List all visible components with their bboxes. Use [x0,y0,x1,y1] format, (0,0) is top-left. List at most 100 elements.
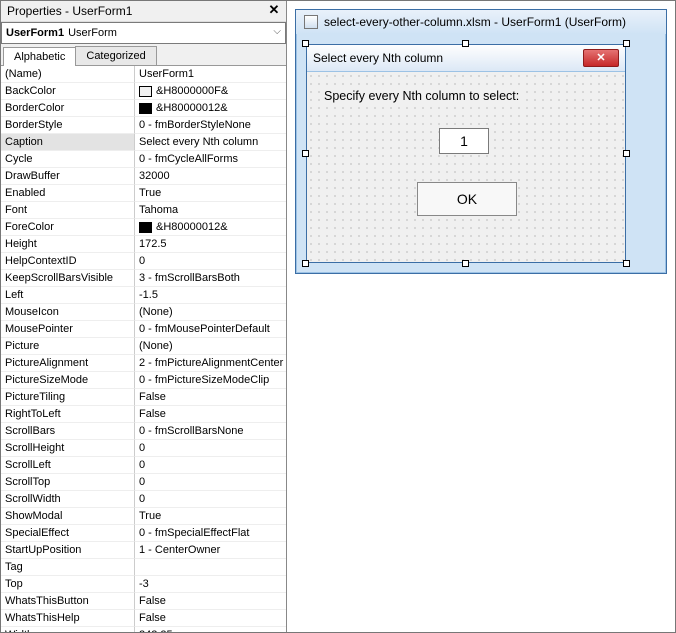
property-value[interactable]: 1 - CenterOwner [135,542,286,559]
tab-alphabetic[interactable]: Alphabetic [3,47,76,66]
property-row[interactable]: PictureTilingFalse [1,389,286,406]
property-value[interactable]: UserForm1 [135,66,286,83]
property-value-text: False [139,610,166,627]
property-row[interactable]: BorderStyle0 - fmBorderStyleNone [1,117,286,134]
property-name: BackColor [1,83,135,100]
property-row[interactable]: Height172.5 [1,236,286,253]
property-value[interactable]: 0 - fmPictureSizeModeClip [135,372,286,389]
property-value-text: Tahoma [139,202,178,219]
properties-grid[interactable]: (Name)UserForm1BackColor&H8000000F&Borde… [1,66,286,632]
resize-handle-se[interactable] [623,260,630,267]
property-row[interactable]: Top-3 [1,576,286,593]
property-value[interactable]: &H80000012& [135,219,286,236]
property-value[interactable]: 2 - fmPictureAlignmentCenter [135,355,286,372]
userform-body[interactable]: Specify every Nth column to select: 1 OK [307,72,625,262]
resize-handle-sw[interactable] [302,260,309,267]
userform-close-button[interactable]: ✕ [583,49,619,67]
property-row[interactable]: RightToLeftFalse [1,406,286,423]
property-row[interactable]: Left-1.5 [1,287,286,304]
property-value[interactable]: 0 - fmCycleAllForms [135,151,286,168]
property-value[interactable]: (None) [135,304,286,321]
property-row[interactable]: PictureAlignment2 - fmPictureAlignmentCe… [1,355,286,372]
property-value[interactable]: &H8000000F& [135,83,286,100]
property-row[interactable]: BackColor&H8000000F& [1,83,286,100]
property-value[interactable]: 242.25 [135,627,286,632]
property-value[interactable]: 0 [135,474,286,491]
property-row[interactable]: ScrollBars0 - fmScrollBarsNone [1,423,286,440]
property-value[interactable]: (None) [135,338,286,355]
nth-input[interactable]: 1 [439,128,489,154]
resize-handle-e[interactable] [623,150,630,157]
property-value[interactable]: 0 [135,440,286,457]
property-row[interactable]: StartUpPosition1 - CenterOwner [1,542,286,559]
property-row[interactable]: ScrollHeight0 [1,440,286,457]
property-value[interactable]: 32000 [135,168,286,185]
object-selector[interactable]: UserForm1 UserForm ⌵ [1,22,286,44]
property-value[interactable]: True [135,508,286,525]
property-row[interactable]: WhatsThisButtonFalse [1,593,286,610]
property-name: MousePointer [1,321,135,338]
property-name: ScrollBars [1,423,135,440]
tabs: Alphabetic Categorized [1,44,286,66]
property-value[interactable]: 0 - fmMousePointerDefault [135,321,286,338]
property-value[interactable]: 0 [135,253,286,270]
resize-handle-n[interactable] [462,40,469,47]
property-value[interactable]: 172.5 [135,236,286,253]
property-value[interactable]: False [135,593,286,610]
property-row[interactable]: MousePointer0 - fmMousePointerDefault [1,321,286,338]
designer-titlebar[interactable]: select-every-other-column.xlsm - UserFor… [296,10,666,34]
property-value-text: 0 [139,474,145,491]
resize-handle-w[interactable] [302,150,309,157]
property-name: KeepScrollBarsVisible [1,270,135,287]
property-value[interactable] [135,559,286,576]
property-row[interactable]: WhatsThisHelpFalse [1,610,286,627]
property-value[interactable]: False [135,389,286,406]
property-value[interactable]: 3 - fmScrollBarsBoth [135,270,286,287]
property-value[interactable]: False [135,610,286,627]
resize-handle-s[interactable] [462,260,469,267]
close-icon[interactable]: ✕ [264,3,284,19]
property-row[interactable]: ScrollWidth0 [1,491,286,508]
property-row[interactable]: ScrollTop0 [1,474,286,491]
property-value[interactable]: 0 [135,491,286,508]
property-row[interactable]: MouseIcon(None) [1,304,286,321]
property-row[interactable]: BorderColor&H80000012& [1,100,286,117]
property-row[interactable]: Tag [1,559,286,576]
property-value[interactable]: 0 - fmSpecialEffectFlat [135,525,286,542]
property-value[interactable]: Select every Nth column [135,134,286,151]
property-row[interactable]: ShowModalTrue [1,508,286,525]
ok-button[interactable]: OK [417,182,517,216]
property-row[interactable]: HelpContextID0 [1,253,286,270]
property-name: HelpContextID [1,253,135,270]
color-swatch [139,103,152,114]
property-row[interactable]: EnabledTrue [1,185,286,202]
property-value[interactable]: Tahoma [135,202,286,219]
property-value[interactable]: 0 - fmBorderStyleNone [135,117,286,134]
resize-handle-ne[interactable] [623,40,630,47]
property-value[interactable]: &H80000012& [135,100,286,117]
property-row[interactable]: Cycle0 - fmCycleAllForms [1,151,286,168]
property-value[interactable]: False [135,406,286,423]
property-row[interactable]: ForeColor&H80000012& [1,219,286,236]
tab-categorized[interactable]: Categorized [75,46,156,65]
property-value[interactable]: -3 [135,576,286,593]
property-row[interactable]: DrawBuffer32000 [1,168,286,185]
selection-handles[interactable]: Select every Nth column ✕ Specify every … [306,44,626,263]
property-row[interactable]: (Name)UserForm1 [1,66,286,83]
property-row[interactable]: PictureSizeMode0 - fmPictureSizeModeClip [1,372,286,389]
property-value[interactable]: True [135,185,286,202]
property-value[interactable]: -1.5 [135,287,286,304]
property-row[interactable]: Picture(None) [1,338,286,355]
property-row[interactable]: Width242.25 [1,627,286,632]
resize-handle-nw[interactable] [302,40,309,47]
property-row[interactable]: FontTahoma [1,202,286,219]
property-row[interactable]: KeepScrollBarsVisible3 - fmScrollBarsBot… [1,270,286,287]
property-value[interactable]: 0 [135,457,286,474]
property-row[interactable]: SpecialEffect0 - fmSpecialEffectFlat [1,525,286,542]
userform[interactable]: Select every Nth column ✕ Specify every … [306,44,626,263]
property-row[interactable]: ScrollLeft0 [1,457,286,474]
property-row[interactable]: CaptionSelect every Nth column [1,134,286,151]
property-name: DrawBuffer [1,168,135,185]
property-value[interactable]: 0 - fmScrollBarsNone [135,423,286,440]
userform-titlebar[interactable]: Select every Nth column ✕ [307,45,625,72]
